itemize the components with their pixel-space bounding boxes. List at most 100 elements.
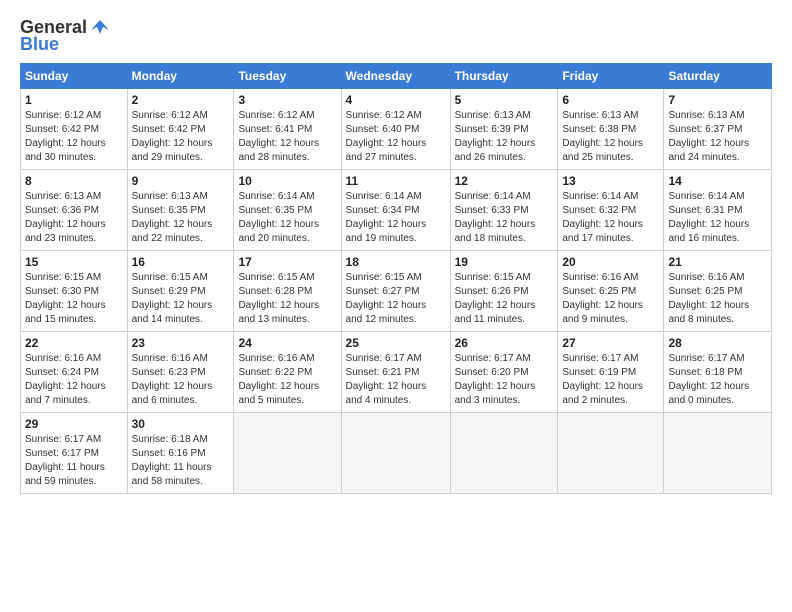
calendar-cell: 27 Sunrise: 6:17 AMSunset: 6:19 PMDayligh…	[558, 332, 664, 413]
day-detail: Sunrise: 6:12 AMSunset: 6:42 PMDaylight:…	[132, 109, 230, 165]
calendar-cell: 29 Sunrise: 6:17 AMSunset: 6:17 PMDayligh…	[21, 413, 128, 494]
weekday-header-thursday: Thursday	[450, 64, 558, 89]
day-number: 14	[668, 174, 767, 188]
day-number: 1	[25, 93, 123, 107]
calendar-week-row: 8Sunrise: 6:13 AMSunset: 6:36 PMDaylight…	[21, 170, 772, 251]
calendar-cell: 21Sunrise: 6:16 AMSunset: 6:25 PMDayligh…	[664, 251, 772, 332]
day-detail: Sunrise: 6:15 AMSunset: 6:30 PMDaylight:…	[25, 271, 123, 327]
day-number: 9	[132, 174, 230, 188]
day-detail: Sunrise: 6:12 AMSunset: 6:40 PMDaylight:…	[346, 109, 446, 165]
weekday-header-friday: Friday	[558, 64, 664, 89]
day-number: 26	[455, 336, 554, 350]
day-detail: Sunrise: 6:15 AMSunset: 6:29 PMDaylight:…	[132, 271, 230, 327]
day-number: 12	[455, 174, 554, 188]
calendar-cell	[664, 413, 772, 494]
day-detail: Sunrise: 6:14 AMSunset: 6:32 PMDaylight:…	[562, 190, 659, 246]
calendar-cell: 2 Sunrise: 6:12 AMSunset: 6:42 PMDaylight…	[127, 89, 234, 170]
day-number: 29	[25, 417, 123, 431]
day-detail: Sunrise: 6:12 AMSunset: 6:41 PMDaylight:…	[238, 109, 336, 165]
day-number: 19	[455, 255, 554, 269]
calendar-cell: 25 Sunrise: 6:17 AMSunset: 6:21 PMDayligh…	[341, 332, 450, 413]
day-detail: Sunrise: 6:14 AMSunset: 6:35 PMDaylight:…	[238, 190, 336, 246]
calendar-table: SundayMondayTuesdayWednesdayThursdayFrid…	[20, 63, 772, 494]
day-detail: Sunrise: 6:17 AMSunset: 6:20 PMDaylight:…	[455, 352, 554, 408]
day-number: 28	[668, 336, 767, 350]
day-detail: Sunrise: 6:18 AMSunset: 6:16 PMDaylight:…	[132, 433, 230, 489]
weekday-header-wednesday: Wednesday	[341, 64, 450, 89]
day-detail: Sunrise: 6:14 AMSunset: 6:33 PMDaylight:…	[455, 190, 554, 246]
calendar-cell: 26 Sunrise: 6:17 AMSunset: 6:20 PMDayligh…	[450, 332, 558, 413]
day-number: 25	[346, 336, 446, 350]
calendar-week-row: 29 Sunrise: 6:17 AMSunset: 6:17 PMDayligh…	[21, 413, 772, 494]
calendar-cell: 16 Sunrise: 6:15 AMSunset: 6:29 PMDayligh…	[127, 251, 234, 332]
day-detail: Sunrise: 6:17 AMSunset: 6:19 PMDaylight:…	[562, 352, 659, 408]
calendar-week-row: 22 Sunrise: 6:16 AMSunset: 6:24 PMDayligh…	[21, 332, 772, 413]
calendar-cell: 11Sunrise: 6:14 AMSunset: 6:34 PMDayligh…	[341, 170, 450, 251]
weekday-header-sunday: Sunday	[21, 64, 128, 89]
day-detail: Sunrise: 6:17 AMSunset: 6:21 PMDaylight:…	[346, 352, 446, 408]
day-detail: Sunrise: 6:14 AMSunset: 6:31 PMDaylight:…	[668, 190, 767, 246]
calendar-cell: 24 Sunrise: 6:16 AMSunset: 6:22 PMDayligh…	[234, 332, 341, 413]
calendar-cell: 5 Sunrise: 6:13 AMSunset: 6:39 PMDaylight…	[450, 89, 558, 170]
logo: General Blue	[20, 16, 111, 55]
day-detail: Sunrise: 6:15 AMSunset: 6:27 PMDaylight:…	[346, 271, 446, 327]
day-number: 10	[238, 174, 336, 188]
calendar-cell: 30 Sunrise: 6:18 AMSunset: 6:16 PMDayligh…	[127, 413, 234, 494]
day-number: 16	[132, 255, 230, 269]
calendar-week-row: 15 Sunrise: 6:15 AMSunset: 6:30 PMDayligh…	[21, 251, 772, 332]
day-number: 15	[25, 255, 123, 269]
logo-blue-text: Blue	[20, 34, 59, 55]
day-number: 24	[238, 336, 336, 350]
day-detail: Sunrise: 6:13 AMSunset: 6:37 PMDaylight:…	[668, 109, 767, 165]
day-detail: Sunrise: 6:16 AMSunset: 6:22 PMDaylight:…	[238, 352, 336, 408]
day-number: 8	[25, 174, 123, 188]
calendar-cell: 9 Sunrise: 6:13 AMSunset: 6:35 PMDaylight…	[127, 170, 234, 251]
day-detail: Sunrise: 6:16 AMSunset: 6:24 PMDaylight:…	[25, 352, 123, 408]
calendar-cell: 20 Sunrise: 6:16 AMSunset: 6:25 PMDayligh…	[558, 251, 664, 332]
day-number: 30	[132, 417, 230, 431]
day-number: 5	[455, 93, 554, 107]
calendar-cell: 15 Sunrise: 6:15 AMSunset: 6:30 PMDayligh…	[21, 251, 128, 332]
calendar-cell: 6 Sunrise: 6:13 AMSunset: 6:38 PMDaylight…	[558, 89, 664, 170]
page: General Blue SundayMondayTuesdayWednesda…	[0, 0, 792, 612]
day-detail: Sunrise: 6:15 AMSunset: 6:26 PMDaylight:…	[455, 271, 554, 327]
calendar-cell: 18 Sunrise: 6:15 AMSunset: 6:27 PMDayligh…	[341, 251, 450, 332]
day-detail: Sunrise: 6:13 AMSunset: 6:39 PMDaylight:…	[455, 109, 554, 165]
calendar-cell: 23Sunrise: 6:16 AMSunset: 6:23 PMDayligh…	[127, 332, 234, 413]
day-number: 20	[562, 255, 659, 269]
calendar-cell	[450, 413, 558, 494]
calendar-cell: 8Sunrise: 6:13 AMSunset: 6:36 PMDaylight…	[21, 170, 128, 251]
day-number: 6	[562, 93, 659, 107]
day-number: 3	[238, 93, 336, 107]
day-detail: Sunrise: 6:17 AMSunset: 6:18 PMDaylight:…	[668, 352, 767, 408]
weekday-header-saturday: Saturday	[664, 64, 772, 89]
calendar-cell: 12 Sunrise: 6:14 AMSunset: 6:33 PMDayligh…	[450, 170, 558, 251]
day-detail: Sunrise: 6:15 AMSunset: 6:28 PMDaylight:…	[238, 271, 336, 327]
calendar-cell: 3 Sunrise: 6:12 AMSunset: 6:41 PMDaylight…	[234, 89, 341, 170]
calendar-cell	[234, 413, 341, 494]
calendar-cell: 14 Sunrise: 6:14 AMSunset: 6:31 PMDayligh…	[664, 170, 772, 251]
day-number: 22	[25, 336, 123, 350]
day-detail: Sunrise: 6:13 AMSunset: 6:38 PMDaylight:…	[562, 109, 659, 165]
day-number: 4	[346, 93, 446, 107]
calendar-cell: 1 Sunrise: 6:12 AMSunset: 6:42 PMDaylight…	[21, 89, 128, 170]
day-number: 27	[562, 336, 659, 350]
calendar-cell: 13Sunrise: 6:14 AMSunset: 6:32 PMDayligh…	[558, 170, 664, 251]
day-number: 11	[346, 174, 446, 188]
calendar-cell	[341, 413, 450, 494]
calendar-cell: 19 Sunrise: 6:15 AMSunset: 6:26 PMDayligh…	[450, 251, 558, 332]
day-number: 2	[132, 93, 230, 107]
day-number: 18	[346, 255, 446, 269]
day-detail: Sunrise: 6:17 AMSunset: 6:17 PMDaylight:…	[25, 433, 123, 489]
calendar-cell: 4 Sunrise: 6:12 AMSunset: 6:40 PMDaylight…	[341, 89, 450, 170]
calendar-cell: 7Sunrise: 6:13 AMSunset: 6:37 PMDaylight…	[664, 89, 772, 170]
calendar-cell: 28 Sunrise: 6:17 AMSunset: 6:18 PMDayligh…	[664, 332, 772, 413]
calendar-week-row: 1 Sunrise: 6:12 AMSunset: 6:42 PMDaylight…	[21, 89, 772, 170]
day-detail: Sunrise: 6:16 AMSunset: 6:25 PMDaylight:…	[668, 271, 767, 327]
logo-bird-icon	[89, 16, 111, 38]
day-detail: Sunrise: 6:16 AMSunset: 6:25 PMDaylight:…	[562, 271, 659, 327]
day-detail: Sunrise: 6:13 AMSunset: 6:35 PMDaylight:…	[132, 190, 230, 246]
weekday-header-monday: Monday	[127, 64, 234, 89]
day-number: 17	[238, 255, 336, 269]
day-detail: Sunrise: 6:12 AMSunset: 6:42 PMDaylight:…	[25, 109, 123, 165]
